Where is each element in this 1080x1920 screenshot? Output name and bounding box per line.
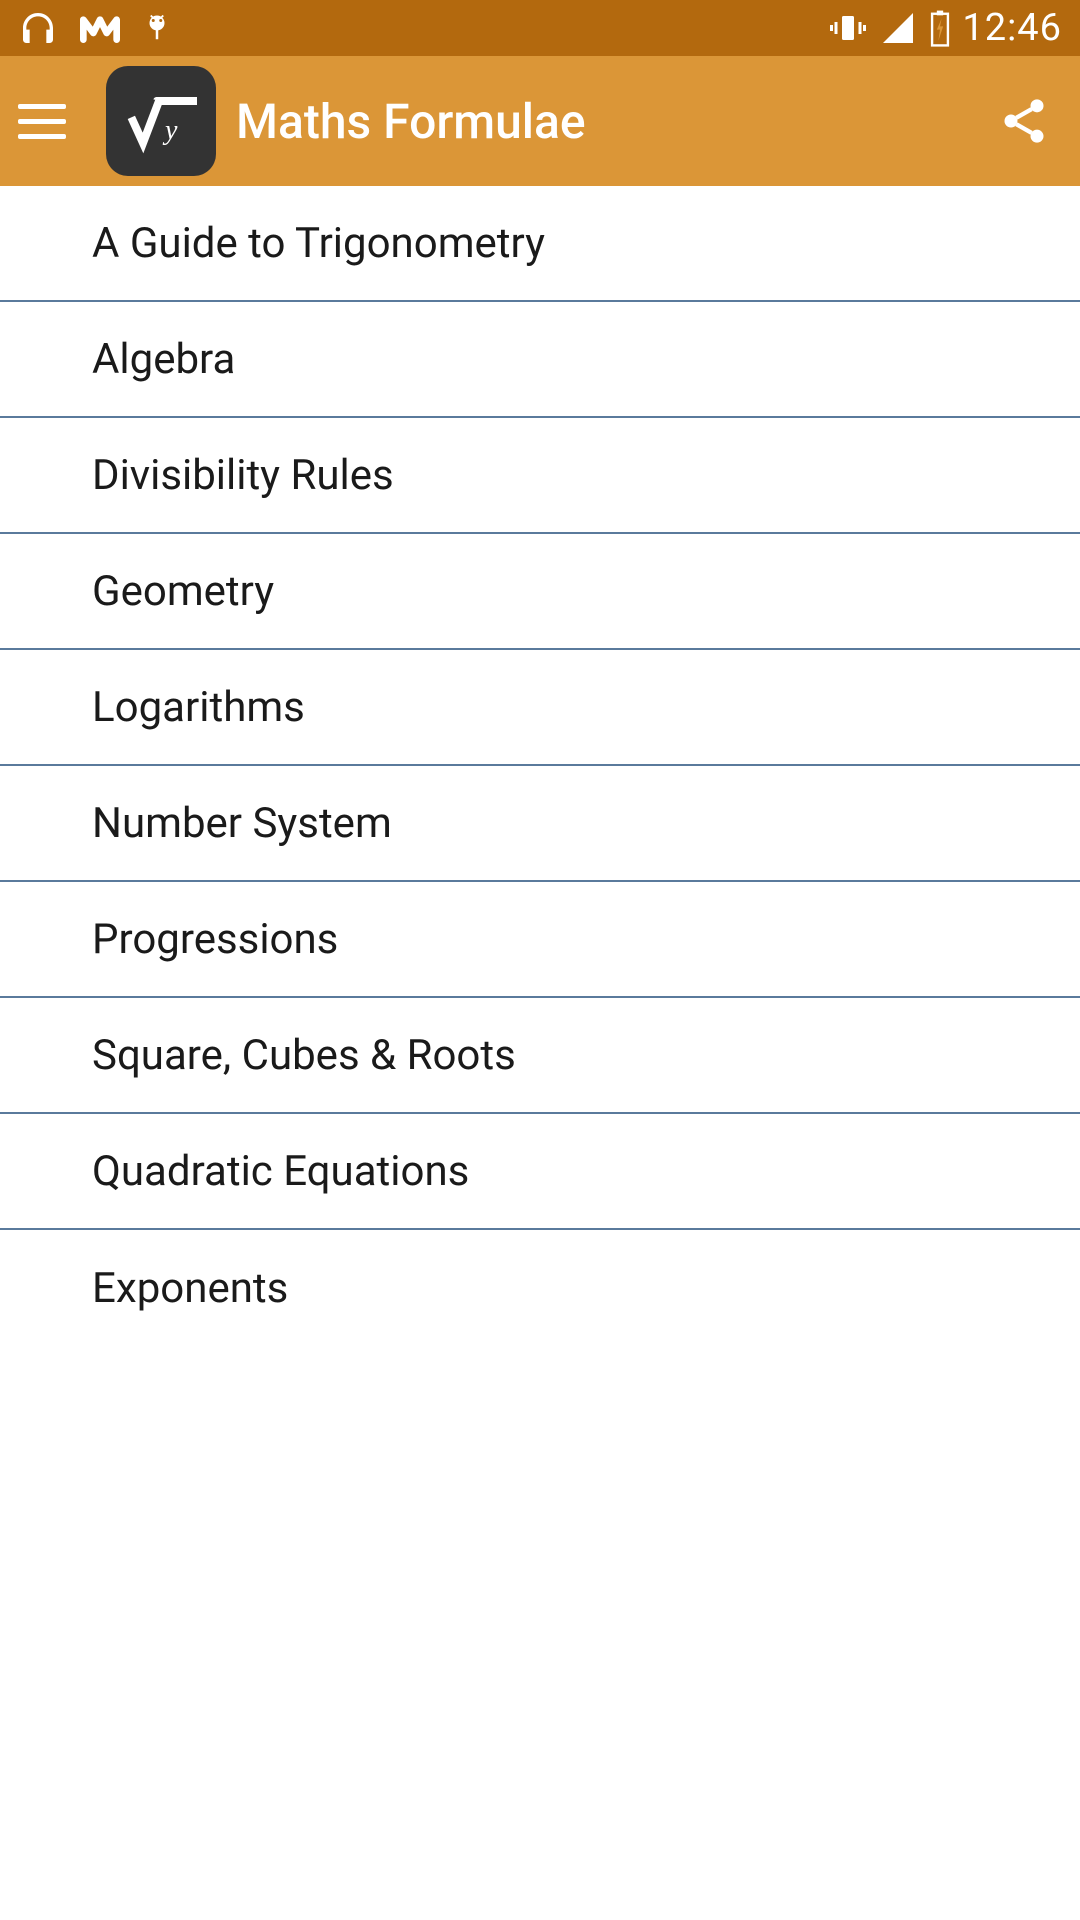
list-item-label: Algebra bbox=[92, 335, 235, 384]
svg-text:y: y bbox=[162, 115, 178, 146]
status-right-icons: 12:46 bbox=[828, 6, 1062, 50]
clock-time: 12:46 bbox=[962, 6, 1062, 50]
list-item-quadratic[interactable]: Quadratic Equations bbox=[0, 1114, 1080, 1230]
list-item-label: Logarithms bbox=[92, 683, 305, 732]
list-item-progressions[interactable]: Progressions bbox=[0, 882, 1080, 998]
list-item-label: Progressions bbox=[92, 915, 338, 964]
list-item-label: Number System bbox=[92, 799, 392, 848]
app-icon: 3 y bbox=[106, 66, 216, 176]
list-item-label: Geometry bbox=[92, 567, 274, 616]
list-item-label: Exponents bbox=[92, 1264, 288, 1313]
menu-button[interactable] bbox=[18, 93, 74, 149]
topics-list: A Guide to Trigonometry Algebra Divisibi… bbox=[0, 186, 1080, 1346]
list-item-label: Divisibility Rules bbox=[92, 451, 394, 500]
list-item-trigonometry[interactable]: A Guide to Trigonometry bbox=[0, 186, 1080, 302]
list-item-label: A Guide to Trigonometry bbox=[92, 219, 545, 268]
list-item-algebra[interactable]: Algebra bbox=[0, 302, 1080, 418]
list-item-label: Square, Cubes & Roots bbox=[92, 1031, 516, 1080]
android-debug-icon bbox=[142, 10, 172, 46]
vibrate-icon bbox=[828, 10, 868, 46]
list-item-label: Quadratic Equations bbox=[92, 1147, 469, 1196]
list-item-squares-cubes[interactable]: Square, Cubes & Roots bbox=[0, 998, 1080, 1114]
list-item-divisibility[interactable]: Divisibility Rules bbox=[0, 418, 1080, 534]
battery-icon bbox=[928, 9, 952, 47]
share-button[interactable] bbox=[994, 91, 1054, 151]
list-item-number-system[interactable]: Number System bbox=[0, 766, 1080, 882]
list-item-geometry[interactable]: Geometry bbox=[0, 534, 1080, 650]
headphones-icon bbox=[18, 8, 58, 48]
signal-icon bbox=[878, 10, 918, 46]
app-bar: 3 y Maths Formulae bbox=[0, 56, 1080, 186]
status-bar: 12:46 bbox=[0, 0, 1080, 56]
app-title: Maths Formulae bbox=[236, 93, 994, 150]
m-icon bbox=[80, 13, 120, 43]
list-item-logarithms[interactable]: Logarithms bbox=[0, 650, 1080, 766]
status-left-icons bbox=[18, 8, 172, 48]
list-item-exponents[interactable]: Exponents bbox=[0, 1230, 1080, 1346]
